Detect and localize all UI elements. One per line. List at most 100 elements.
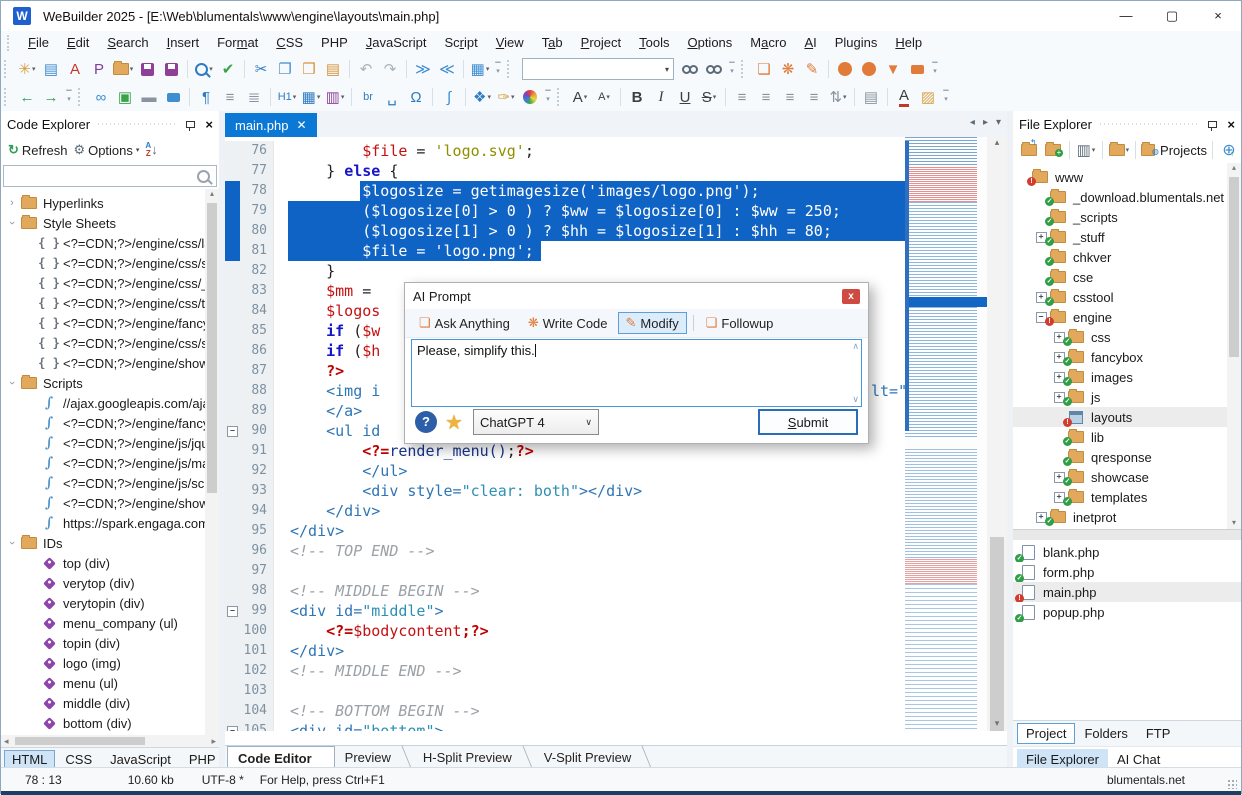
code-line-98[interactable]: 98<!-- MIDDLE BEGIN --> bbox=[225, 581, 905, 601]
tree-item-verytop-div[interactable]: verytop (div) bbox=[1, 573, 219, 593]
increase-font-icon[interactable]: A▾ bbox=[569, 86, 591, 108]
tab-main-php[interactable]: main.php ✕ bbox=[225, 113, 317, 137]
code-line-96[interactable]: 96<!-- TOP END --> bbox=[225, 541, 905, 561]
insert-form-icon[interactable]: ▥▾ bbox=[324, 86, 346, 108]
tree-item-top-div[interactable]: top (div) bbox=[1, 553, 219, 573]
close-tab-icon[interactable]: ✕ bbox=[296, 118, 306, 132]
menu-item-javascript[interactable]: JavaScript bbox=[357, 31, 436, 55]
tree-item-hyperlinks[interactable]: ›Hyperlinks bbox=[1, 193, 219, 213]
folder-js[interactable]: +✓js bbox=[1013, 387, 1241, 407]
menu-item-plugins[interactable]: Plugins bbox=[826, 31, 887, 55]
tab-h-split-preview[interactable]: H-Split Preview bbox=[413, 746, 534, 768]
tab-html[interactable]: HTML bbox=[4, 750, 55, 769]
model-select[interactable]: ChatGPT 4∨ bbox=[473, 409, 599, 435]
folder-templates[interactable]: +✓templates bbox=[1013, 487, 1241, 507]
format-painter-icon[interactable]: ✑▾ bbox=[495, 86, 517, 108]
folder-layouts[interactable]: !layouts bbox=[1013, 407, 1241, 427]
fill-color-icon[interactable]: ▨ bbox=[917, 86, 939, 108]
menu-item-php[interactable]: PHP bbox=[312, 31, 357, 55]
menu-item-options[interactable]: Options bbox=[678, 31, 741, 55]
options-button[interactable]: ⚙ Options ▾ bbox=[73, 142, 139, 158]
insert-comment-icon[interactable] bbox=[162, 86, 184, 108]
insert-tag-icon[interactable]: ❖▾ bbox=[471, 86, 493, 108]
clipboard-history-icon[interactable]: ▤ bbox=[322, 58, 344, 80]
insert-image-icon[interactable]: ▣ bbox=[114, 86, 136, 108]
search-combo[interactable]: ▾ bbox=[522, 58, 674, 80]
code-line-104[interactable]: 104<!-- BOTTOM BEGIN --> bbox=[225, 701, 905, 721]
tree-item-https-spark-engaga-com[interactable]: ∫https://spark.engaga.com, bbox=[1, 513, 219, 533]
tab-ftp[interactable]: FTP bbox=[1137, 723, 1180, 744]
spell-check-icon[interactable]: ✔ bbox=[217, 58, 239, 80]
navigate-back-icon[interactable]: ← bbox=[16, 86, 38, 108]
folder-images[interactable]: +✓images bbox=[1013, 367, 1241, 387]
dialog-tab-modify[interactable]: ✎Modify bbox=[618, 312, 687, 334]
code-line-102[interactable]: 102<!-- MIDDLE END --> bbox=[225, 661, 905, 681]
folder-scripts[interactable]: ✓_scripts bbox=[1013, 207, 1241, 227]
tree-item-cdn-engine-js-scri[interactable]: ∫<?=CDN;?>/engine/js/scri bbox=[1, 473, 219, 493]
tree-item-style-sheets[interactable]: ›Style Sheets bbox=[1, 213, 219, 233]
parent-folder-button[interactable]: ↰ bbox=[1018, 139, 1040, 161]
code-line-100[interactable]: 100 <?=$bodycontent;?> bbox=[225, 621, 905, 641]
font-color-icon[interactable]: A bbox=[893, 86, 915, 108]
folder-cse[interactable]: ✓cse bbox=[1013, 267, 1241, 287]
panel-layout-icon[interactable]: ▦▾ bbox=[469, 58, 491, 80]
non-breaking-space-icon[interactable]: ␣ bbox=[381, 86, 403, 108]
ai-chat-icon[interactable] bbox=[906, 58, 928, 80]
folder-lib[interactable]: ✓lib bbox=[1013, 427, 1241, 447]
ai-ask-icon[interactable]: ❏ bbox=[753, 58, 775, 80]
find-in-files-icon[interactable] bbox=[679, 58, 701, 80]
folder-inetprot[interactable]: +✓inetprot bbox=[1013, 507, 1241, 527]
tree-item-cdn-engine-css-si[interactable]: { }<?=CDN;?>/engine/css/si bbox=[1, 333, 219, 353]
search-input[interactable] bbox=[4, 167, 197, 185]
ai-explain-icon[interactable]: i bbox=[858, 58, 880, 80]
decrease-font-icon[interactable]: A▾ bbox=[593, 86, 615, 108]
expander-icon[interactable]: › bbox=[6, 376, 18, 390]
code-line-101[interactable]: 101</div> bbox=[225, 641, 905, 661]
tree-item-cdn-engine-show[interactable]: ∫<?=CDN;?>/engine/show bbox=[1, 493, 219, 513]
tree-item-verytopin-div[interactable]: verytopin (div) bbox=[1, 593, 219, 613]
tab-folders[interactable]: Folders bbox=[1075, 723, 1136, 744]
insert-link-icon[interactable]: ∞ bbox=[90, 86, 112, 108]
code-line-92[interactable]: 92 </ul> bbox=[225, 461, 905, 481]
toolbar-overflow-icon[interactable]: ▔▾ bbox=[63, 88, 75, 106]
code-line-91[interactable]: 91 <?=render_menu();?> bbox=[225, 441, 905, 461]
code-line-103[interactable]: 103 bbox=[225, 681, 905, 701]
cut-icon[interactable]: ✂ bbox=[250, 58, 272, 80]
close-panel-icon[interactable]: × bbox=[205, 117, 213, 132]
tree-files-divider[interactable] bbox=[1013, 529, 1241, 540]
minimize-button[interactable]: — bbox=[1103, 1, 1149, 31]
tab-project[interactable]: Project bbox=[1017, 723, 1075, 744]
tree-item-cdn-engine-css-c[interactable]: { }<?=CDN;?>/engine/css/_c bbox=[1, 273, 219, 293]
maximize-button[interactable]: ▢ bbox=[1149, 1, 1195, 31]
prompt-textarea[interactable]: Please, simplify this. ∧ ∨ bbox=[411, 339, 862, 407]
tree-item-ids[interactable]: ›IDs bbox=[1, 533, 219, 553]
code-line-105[interactable]: −105<div id="bottom"> bbox=[225, 721, 905, 731]
menu-item-insert[interactable]: Insert bbox=[158, 31, 209, 55]
folder-engine[interactable]: −!engine bbox=[1013, 307, 1241, 327]
tree-item-cdn-engine-js-jqu[interactable]: ∫<?=CDN;?>/engine/js/jqu bbox=[1, 433, 219, 453]
tree-item-cdn-engine-show[interactable]: { }<?=CDN;?>/engine/show bbox=[1, 353, 219, 373]
insert-script-icon[interactable]: ∫ bbox=[438, 86, 460, 108]
dialog-close-button[interactable]: x bbox=[842, 289, 860, 304]
folder-download-blumentals-net[interactable]: ✓_download.blumentals.net bbox=[1013, 187, 1241, 207]
dialog-tab-ask-anything[interactable]: ❏Ask Anything bbox=[411, 312, 518, 334]
code-line-97[interactable]: 97 bbox=[225, 561, 905, 581]
underline-icon[interactable]: U bbox=[674, 86, 696, 108]
expander-icon[interactable]: › bbox=[5, 197, 19, 209]
view-mode-button[interactable]: ▥▾ bbox=[1075, 139, 1097, 161]
submit-button[interactable]: Submit bbox=[758, 409, 858, 435]
folder-www[interactable]: !www bbox=[1013, 167, 1241, 187]
sort-az-button[interactable]: A Z ↓ bbox=[145, 142, 157, 158]
copy-icon[interactable]: ❐ bbox=[274, 58, 296, 80]
code-line-77[interactable]: 77 } else { bbox=[225, 161, 905, 181]
folder-csstool[interactable]: +✓csstool bbox=[1013, 287, 1241, 307]
folder-chkver[interactable]: ✓chkver bbox=[1013, 247, 1241, 267]
menu-item-tab[interactable]: Tab bbox=[533, 31, 572, 55]
tab-scroll-right-icon[interactable]: ▸ bbox=[983, 117, 988, 128]
align-left-icon[interactable]: ≡ bbox=[731, 86, 753, 108]
toolbar-grip[interactable] bbox=[507, 60, 513, 78]
tree-item-ajax-googleapis-com-aja[interactable]: ∫//ajax.googleapis.com/aja bbox=[1, 393, 219, 413]
code-line-79[interactable]: 79 ($logosize[0] > 0 ) ? $ww = $logosize… bbox=[225, 201, 905, 221]
tab-php[interactable]: PHP bbox=[181, 750, 224, 769]
bullet-list-icon[interactable]: ≡ bbox=[219, 86, 241, 108]
